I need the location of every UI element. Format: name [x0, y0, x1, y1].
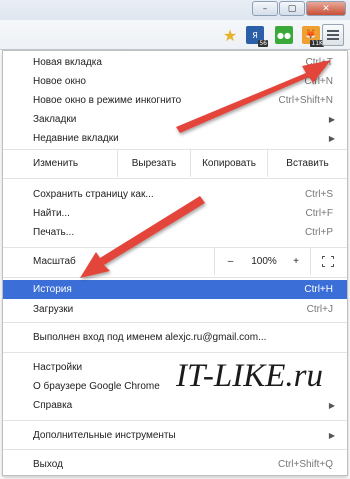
arrow-to-menu-button	[176, 60, 331, 133]
annotation-arrows	[80, 60, 331, 278]
arrow-to-history	[80, 196, 205, 278]
